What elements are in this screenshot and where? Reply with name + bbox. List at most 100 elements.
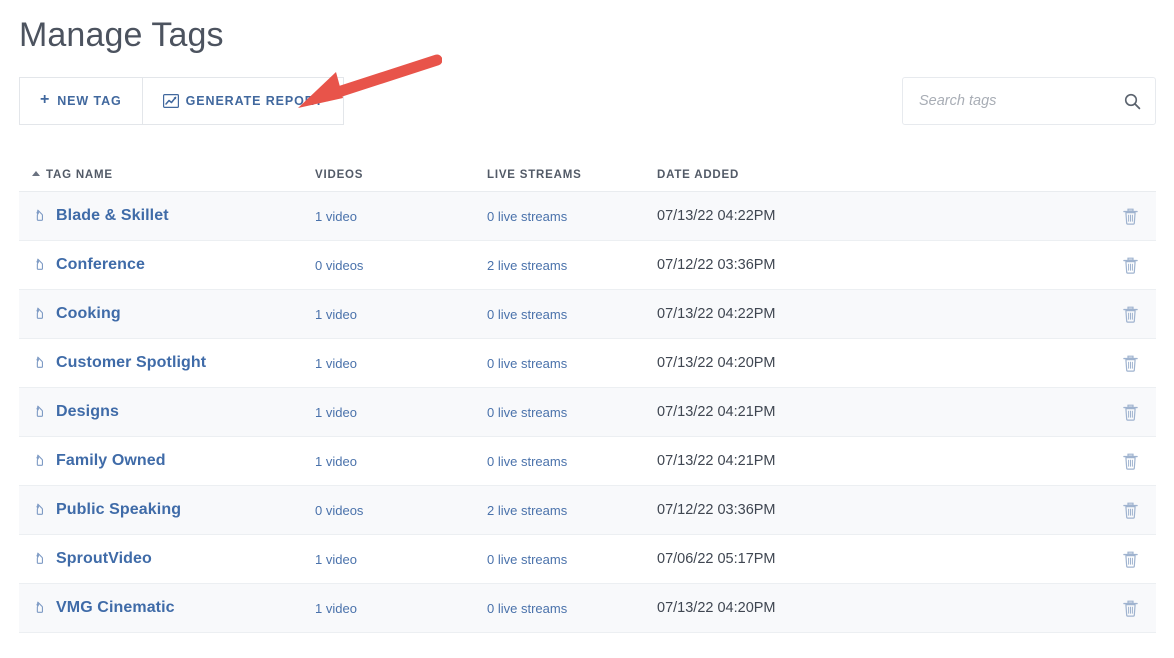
cell-date-added: 07/13/22 04:20PM (657, 600, 1017, 616)
cell-tag-name: VMG Cinematic (19, 599, 315, 617)
cell-videos-count[interactable]: 1 video (315, 405, 487, 420)
delete-tag-button[interactable] (1123, 306, 1138, 323)
cell-date-added: 07/13/22 04:22PM (657, 306, 1017, 322)
cell-live-streams-count[interactable]: 0 live streams (487, 552, 657, 567)
trash-icon (1123, 556, 1138, 571)
table-row[interactable]: VMG Cinematic 1 video0 live streams07/13/… (19, 584, 1156, 633)
search-icon[interactable] (1124, 93, 1141, 110)
trash-icon (1123, 458, 1138, 473)
cell-live-streams-count[interactable]: 0 live streams (487, 601, 657, 616)
trash-icon (1123, 262, 1138, 277)
cell-videos-count[interactable]: 1 video (315, 454, 487, 469)
cell-videos-count[interactable]: 0 videos (315, 503, 487, 518)
tag-name-link[interactable]: Designs (56, 403, 119, 421)
cell-tag-name: Blade & Skillet (19, 207, 315, 225)
cell-tag-name: SproutVideo (19, 550, 315, 568)
cell-videos-count[interactable]: 1 video (315, 209, 487, 224)
cell-date-added: 07/06/22 05:17PM (657, 551, 1017, 567)
trash-icon (1123, 311, 1138, 326)
table-row[interactable]: Conference 0 videos2 live streams07/12/22… (19, 241, 1156, 290)
manage-tags-page: Manage Tags + New Tag Generate Report (0, 0, 1174, 658)
trash-icon (1123, 605, 1138, 620)
cell-date-added: 07/12/22 03:36PM (657, 502, 1017, 518)
tag-icon (32, 307, 47, 322)
table-row[interactable]: Family Owned 1 video0 live streams07/13/2… (19, 437, 1156, 486)
tag-name-link[interactable]: Public Speaking (56, 501, 181, 519)
table-row[interactable]: Customer Spotlight 1 video0 live streams0… (19, 339, 1156, 388)
tag-icon (32, 552, 47, 567)
cell-videos-count[interactable]: 1 video (315, 356, 487, 371)
cell-date-added: 07/12/22 03:36PM (657, 257, 1017, 273)
tag-name-link[interactable]: Family Owned (56, 452, 166, 470)
table-row[interactable]: Public Speaking 0 videos2 live streams07/… (19, 486, 1156, 535)
delete-tag-button[interactable] (1123, 257, 1138, 274)
cell-actions (1017, 306, 1156, 323)
column-header-date-added[interactable]: Date Added (657, 169, 1017, 181)
search-input[interactable] (917, 92, 1124, 110)
table-row[interactable]: Blade & Skillet 1 video0 live streams07/1… (19, 192, 1156, 241)
column-header-tag-name-label: Tag Name (46, 169, 113, 181)
line-chart-icon (163, 94, 179, 108)
search-tags-box[interactable] (902, 77, 1156, 125)
delete-tag-button[interactable] (1123, 600, 1138, 617)
cell-live-streams-count[interactable]: 2 live streams (487, 258, 657, 273)
tag-name-link[interactable]: VMG Cinematic (56, 599, 175, 617)
cell-date-added: 07/13/22 04:22PM (657, 208, 1017, 224)
cell-videos-count[interactable]: 1 video (315, 552, 487, 567)
plus-icon: + (40, 92, 50, 108)
delete-tag-button[interactable] (1123, 502, 1138, 519)
cell-videos-count[interactable]: 1 video (315, 601, 487, 616)
generate-report-button[interactable]: Generate Report (143, 77, 345, 125)
trash-icon (1123, 507, 1138, 522)
caret-up-icon (32, 171, 40, 176)
trash-icon (1123, 409, 1138, 424)
cell-live-streams-count[interactable]: 0 live streams (487, 405, 657, 420)
table-row[interactable]: Cooking 1 video0 live streams07/13/22 04:… (19, 290, 1156, 339)
tag-name-link[interactable]: SproutVideo (56, 550, 152, 568)
toolbar-button-group: + New Tag Generate Report (19, 77, 344, 125)
tag-icon (32, 454, 47, 469)
tag-icon (32, 601, 47, 616)
cell-live-streams-count[interactable]: 0 live streams (487, 454, 657, 469)
tag-name-link[interactable]: Customer Spotlight (56, 354, 206, 372)
table-row[interactable]: Designs 1 video0 live streams07/13/22 04:… (19, 388, 1156, 437)
cell-live-streams-count[interactable]: 0 live streams (487, 307, 657, 322)
cell-date-added: 07/13/22 04:20PM (657, 355, 1017, 371)
delete-tag-button[interactable] (1123, 551, 1138, 568)
tag-icon (32, 503, 47, 518)
cell-live-streams-count[interactable]: 0 live streams (487, 356, 657, 371)
tags-table: Tag Name Videos Live Streams Date Added … (19, 160, 1156, 633)
cell-actions (1017, 208, 1156, 225)
delete-tag-button[interactable] (1123, 404, 1138, 421)
cell-tag-name: Family Owned (19, 452, 315, 470)
new-tag-button[interactable]: + New Tag (19, 77, 143, 125)
tag-name-link[interactable]: Cooking (56, 305, 121, 323)
column-header-videos[interactable]: Videos (315, 169, 487, 181)
table-body: Blade & Skillet1 video0 live streams07/1… (19, 192, 1156, 633)
cell-actions (1017, 355, 1156, 372)
tag-icon (32, 258, 47, 273)
cell-date-added: 07/13/22 04:21PM (657, 453, 1017, 469)
cell-tag-name: Conference (19, 256, 315, 274)
table-row[interactable]: SproutVideo 1 video0 live streams07/06/22… (19, 535, 1156, 584)
column-header-live-streams[interactable]: Live Streams (487, 169, 657, 181)
delete-tag-button[interactable] (1123, 208, 1138, 225)
new-tag-button-label: New Tag (57, 94, 121, 108)
trash-icon (1123, 360, 1138, 375)
cell-date-added: 07/13/22 04:21PM (657, 404, 1017, 420)
tag-name-link[interactable]: Blade & Skillet (56, 207, 169, 225)
table-header-row: Tag Name Videos Live Streams Date Added (19, 160, 1156, 192)
delete-tag-button[interactable] (1123, 453, 1138, 470)
page-title: Manage Tags (19, 13, 224, 57)
column-header-tag-name[interactable]: Tag Name (19, 169, 315, 181)
tag-icon (32, 405, 47, 420)
cell-live-streams-count[interactable]: 0 live streams (487, 209, 657, 224)
tag-name-link[interactable]: Conference (56, 256, 145, 274)
cell-videos-count[interactable]: 1 video (315, 307, 487, 322)
delete-tag-button[interactable] (1123, 355, 1138, 372)
tag-icon (32, 209, 47, 224)
cell-actions (1017, 551, 1156, 568)
cell-tag-name: Customer Spotlight (19, 354, 315, 372)
cell-videos-count[interactable]: 0 videos (315, 258, 487, 273)
cell-live-streams-count[interactable]: 2 live streams (487, 503, 657, 518)
